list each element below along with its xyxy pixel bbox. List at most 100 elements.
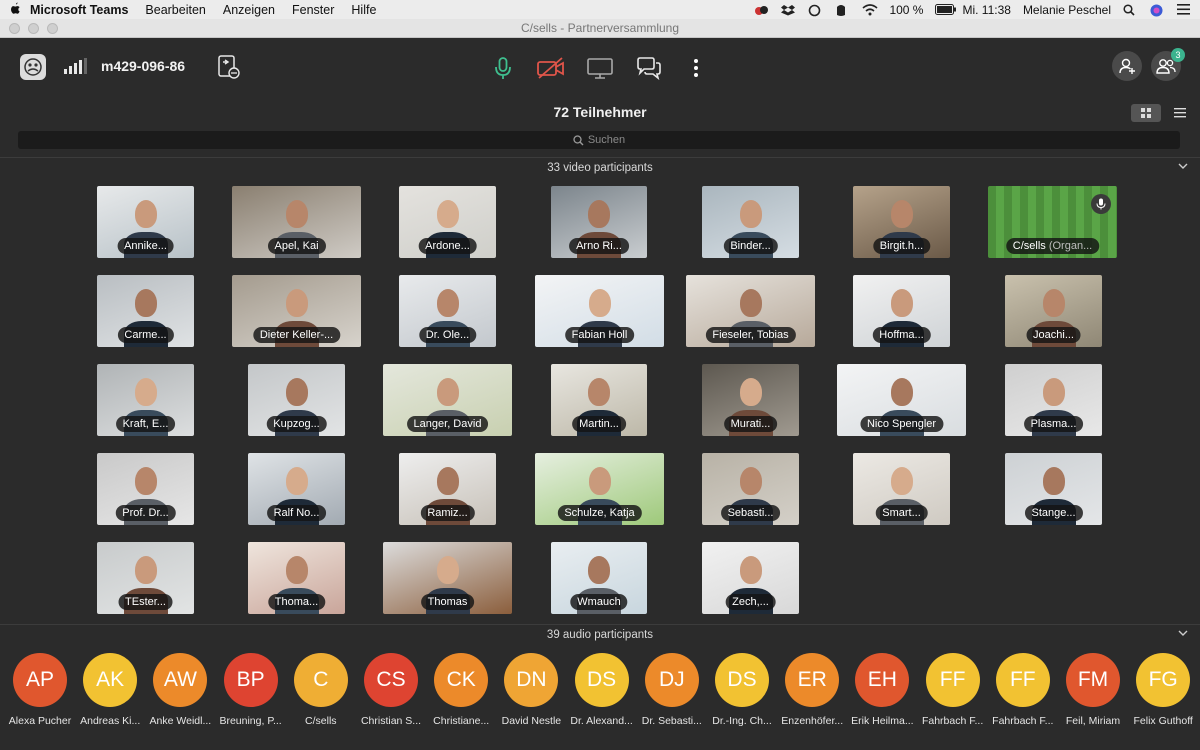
audio-participant[interactable]: DJ Dr. Sebasti... — [637, 653, 707, 727]
menu-bearbeiten[interactable]: Bearbeiten — [145, 3, 205, 17]
video-tile[interactable]: Dieter Keller-... — [232, 275, 361, 347]
audio-participant[interactable]: AP Alexa Pucher — [5, 653, 75, 727]
participant-initials-avatar: ER — [785, 653, 840, 707]
audio-participant[interactable]: DS Dr.-Ing. Ch... — [707, 653, 777, 727]
audio-participant[interactable]: FG Felix Guthoff — [1128, 653, 1198, 727]
share-screen-button[interactable] — [585, 53, 615, 83]
window-titlebar: C/sells - Partnerversammlung — [0, 19, 1200, 38]
chat-bubbles-icon — [637, 57, 661, 80]
video-tile[interactable]: Kraft, E... — [97, 364, 194, 436]
dropbox-icon[interactable] — [781, 4, 796, 16]
participant-face — [890, 200, 913, 228]
call-transfer-icon[interactable] — [216, 54, 242, 85]
audio-participant[interactable]: DN David Nestle — [496, 653, 566, 727]
video-tile[interactable]: Carme... — [97, 275, 194, 347]
video-tile[interactable]: Langer, David — [383, 364, 512, 436]
video-tile[interactable]: Fieseler, Tobias — [686, 275, 815, 347]
audio-participant[interactable]: FF Fahrbach F... — [918, 653, 988, 727]
participant-name: Birgit.h... — [879, 240, 924, 252]
audio-participant[interactable]: DS Dr. Alexand... — [567, 653, 637, 727]
audio-participant[interactable]: FM Feil, Miriam — [1058, 653, 1128, 727]
participant-name-label: C/sells (Organ... — [1005, 238, 1100, 254]
audio-participant[interactable]: BP Breuning, P... — [216, 653, 286, 727]
video-tile[interactable]: Ramiz... — [399, 453, 496, 525]
video-tile[interactable]: Zech,... — [702, 542, 799, 614]
video-tile[interactable]: Smart... — [853, 453, 950, 525]
audio-participant[interactable]: EH Erik Heilma... — [847, 653, 917, 727]
video-tile[interactable]: Plasma... — [1005, 364, 1102, 436]
video-tile[interactable]: Sebasti... — [702, 453, 799, 525]
video-tile[interactable]: Binder... — [702, 186, 799, 258]
menu-app-name[interactable]: Microsoft Teams — [30, 3, 128, 17]
video-tile[interactable]: Joachi... — [1005, 275, 1102, 347]
audio-participant[interactable]: ER Enzenhöfer... — [777, 653, 847, 727]
participant-name-label: Fabian Holl — [564, 327, 635, 343]
video-tile[interactable]: Kupzog... — [248, 364, 345, 436]
grid-view-button[interactable] — [1131, 104, 1161, 122]
audio-participant[interactable]: FF Fahrbach F... — [988, 653, 1058, 727]
menu-fenster[interactable]: Fenster — [292, 3, 334, 17]
video-participants-header[interactable]: 33 video participants — [0, 157, 1200, 177]
self-avatar-button[interactable] — [20, 54, 46, 80]
video-tile[interactable]: Fabian Holl — [535, 275, 664, 347]
add-participant-button[interactable] — [1112, 51, 1142, 81]
video-tile[interactable]: Ralf No... — [248, 453, 345, 525]
video-tile[interactable]: Ardone... — [399, 186, 496, 258]
menu-hilfe[interactable]: Hilfe — [351, 3, 376, 17]
list-view-button[interactable] — [1165, 104, 1195, 122]
video-tile[interactable]: Prof. Dr... — [97, 453, 194, 525]
close-window-button[interactable] — [9, 23, 20, 34]
participant-search-input[interactable]: Suchen — [18, 131, 1180, 149]
participant-name-label: Stange... — [1024, 505, 1083, 521]
menubar-user[interactable]: Melanie Peschel — [1023, 3, 1111, 17]
zoom-window-button[interactable] — [47, 23, 58, 34]
video-tile[interactable]: Stange... — [1005, 453, 1102, 525]
chevron-down-icon[interactable] — [1178, 158, 1188, 178]
wifi-icon[interactable] — [862, 3, 878, 16]
video-tile[interactable]: Murati... — [702, 364, 799, 436]
microphone-button[interactable] — [488, 53, 518, 83]
audio-participant[interactable]: C C/sells — [286, 653, 356, 727]
audio-participant[interactable]: CS Christian S... — [356, 653, 426, 727]
video-tile[interactable]: Thomas — [383, 542, 512, 614]
audio-participants-header[interactable]: 39 audio participants — [0, 624, 1200, 644]
video-tile[interactable]: Schulze, Katja — [535, 453, 664, 525]
minimize-window-button[interactable] — [28, 23, 39, 34]
spotlight-search-icon[interactable] — [1123, 3, 1138, 16]
audio-participant[interactable]: CK Christiane... — [426, 653, 496, 727]
menu-anzeigen[interactable]: Anzeigen — [223, 3, 275, 17]
apple-menu-icon[interactable] — [0, 2, 30, 18]
sync-icon[interactable] — [808, 4, 823, 16]
participant-face — [890, 378, 913, 406]
video-tile[interactable]: Nico Spengler — [837, 364, 966, 436]
battery-icon[interactable] — [935, 3, 957, 16]
participant-name: Ardone... — [425, 240, 470, 252]
participants-button[interactable]: 3 — [1151, 48, 1185, 81]
video-tile[interactable]: Martin... — [551, 364, 647, 436]
camera-off-button[interactable] — [536, 53, 566, 83]
participant-initials-avatar: FF — [995, 653, 1050, 707]
video-tile[interactable]: Wmauch — [551, 542, 647, 614]
camera-off-icon — [537, 57, 564, 79]
video-tile[interactable]: Dr. Ole... — [399, 275, 496, 347]
audio-participant[interactable]: AW Anke Weidl... — [145, 653, 215, 727]
grid-icon — [1141, 108, 1151, 118]
video-tile[interactable]: Thoma... — [248, 542, 345, 614]
video-tile[interactable]: Annike... — [97, 186, 194, 258]
video-tile[interactable]: Arno Ri... — [551, 186, 647, 258]
video-tile[interactable]: Birgit.h... — [853, 186, 950, 258]
chat-button[interactable] — [634, 53, 664, 83]
siri-icon[interactable] — [1150, 4, 1165, 16]
evernote-icon[interactable] — [835, 4, 850, 16]
video-tile[interactable]: Apel, Kai — [232, 186, 361, 258]
video-tile[interactable]: C/sells (Organ... — [988, 186, 1117, 258]
video-tile[interactable]: TEster... — [97, 542, 194, 614]
participant-initials-avatar: EH — [855, 653, 910, 707]
notification-center-icon[interactable] — [1177, 3, 1192, 16]
video-tile[interactable]: Hoffma... — [853, 275, 950, 347]
chevron-down-icon[interactable] — [1178, 625, 1188, 645]
menubar-clock[interactable]: Mi. 11:38 — [962, 3, 1010, 17]
creative-cloud-icon[interactable] — [754, 4, 769, 16]
more-options-button[interactable] — [681, 53, 711, 83]
audio-participant[interactable]: AK Andreas Ki... — [75, 653, 145, 727]
